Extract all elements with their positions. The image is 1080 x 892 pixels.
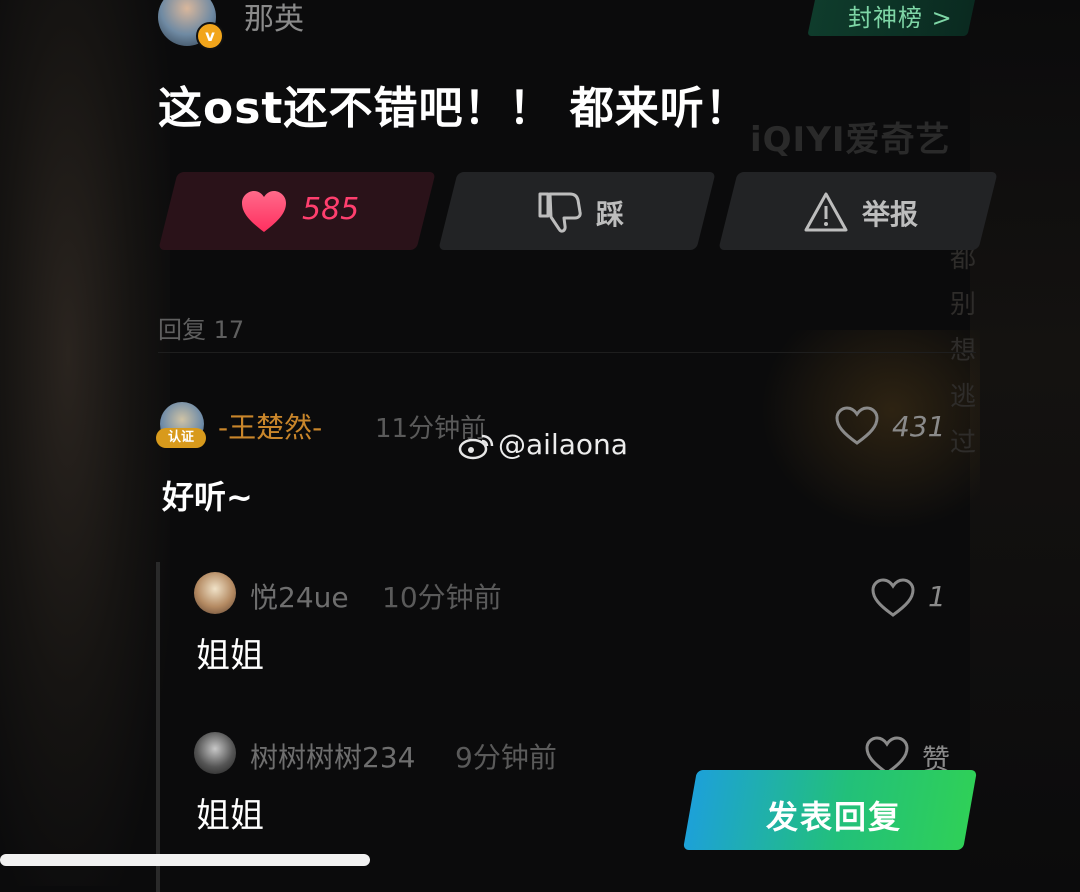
- like-button[interactable]: [158, 172, 436, 250]
- heart-outline-icon[interactable]: [834, 406, 880, 446]
- background-poster: [970, 0, 1080, 886]
- report-button[interactable]: [718, 172, 998, 250]
- reply-time: 10分钟前: [382, 581, 502, 614]
- post-title: 这ost还不错吧！！ 都来听！: [158, 83, 750, 134]
- comment-username[interactable]: -王楚然-: [218, 406, 322, 446]
- avatar[interactable]: [194, 732, 236, 774]
- certified-badge: 认证: [156, 428, 206, 448]
- watermark-text: @ailaona: [498, 428, 628, 461]
- comment-text: 好听~: [162, 478, 253, 516]
- report-label[interactable]: 举报: [862, 193, 918, 233]
- verified-badge: v: [196, 22, 224, 50]
- weibo-icon: [458, 434, 494, 460]
- reply-count: 回复 17: [158, 316, 245, 344]
- side-char: 想: [949, 336, 976, 366]
- reply-username[interactable]: 树树树树234: [250, 736, 415, 776]
- reply-text: 姐姐: [196, 636, 264, 676]
- dislike-label[interactable]: 踩: [596, 193, 624, 233]
- heart-outline-icon[interactable]: [870, 578, 916, 618]
- side-char: 过: [949, 428, 976, 458]
- thread-line: [156, 562, 160, 892]
- side-char: 别: [949, 290, 976, 320]
- home-indicator[interactable]: [0, 854, 370, 866]
- reply-username[interactable]: 悦24ue: [250, 576, 349, 616]
- heart-icon[interactable]: [240, 190, 288, 234]
- background-portrait: [0, 0, 170, 886]
- reply-time: 9分钟前: [455, 741, 557, 774]
- like-count: 585: [302, 192, 360, 227]
- divider: [158, 352, 976, 353]
- comment-like-count: 431: [892, 410, 946, 443]
- reply-like-count: 1: [928, 580, 946, 613]
- reply-text: 姐姐: [196, 796, 264, 836]
- poster-username[interactable]: 那英: [244, 0, 304, 38]
- thumbs-down-icon[interactable]: [536, 190, 582, 234]
- rank-button-label[interactable]: 封神榜 >: [848, 0, 953, 33]
- post-reply-label[interactable]: 发表回复: [766, 792, 902, 838]
- background-brand-text: iQIYI爱奇艺: [750, 120, 951, 160]
- avatar[interactable]: [194, 572, 236, 614]
- warning-icon[interactable]: [804, 191, 848, 233]
- side-char: 逃: [949, 382, 976, 412]
